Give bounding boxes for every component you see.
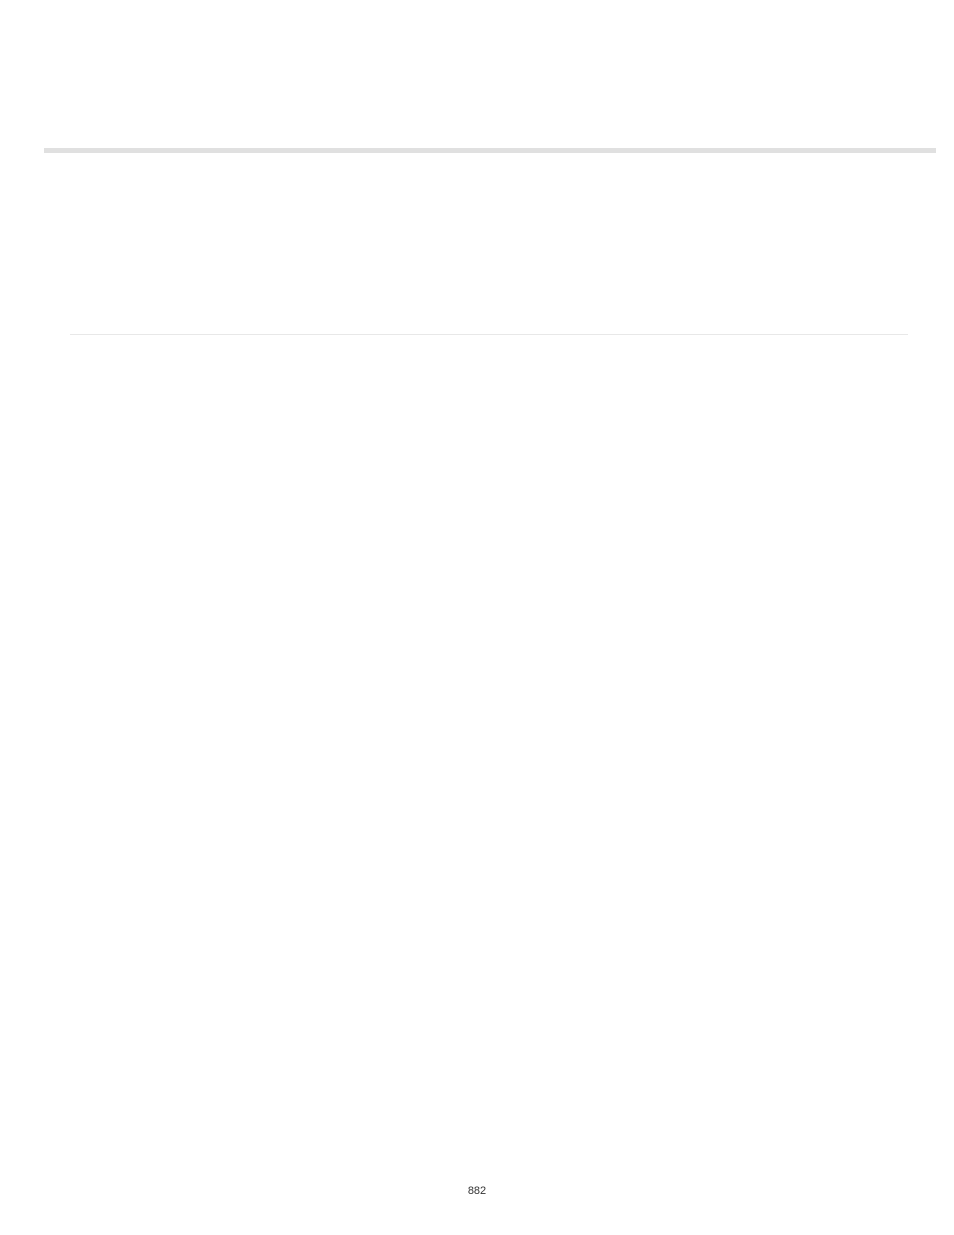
- page-number: 882: [0, 1185, 954, 1197]
- top-divider-bar: [44, 148, 936, 153]
- horizontal-rule: [70, 334, 908, 335]
